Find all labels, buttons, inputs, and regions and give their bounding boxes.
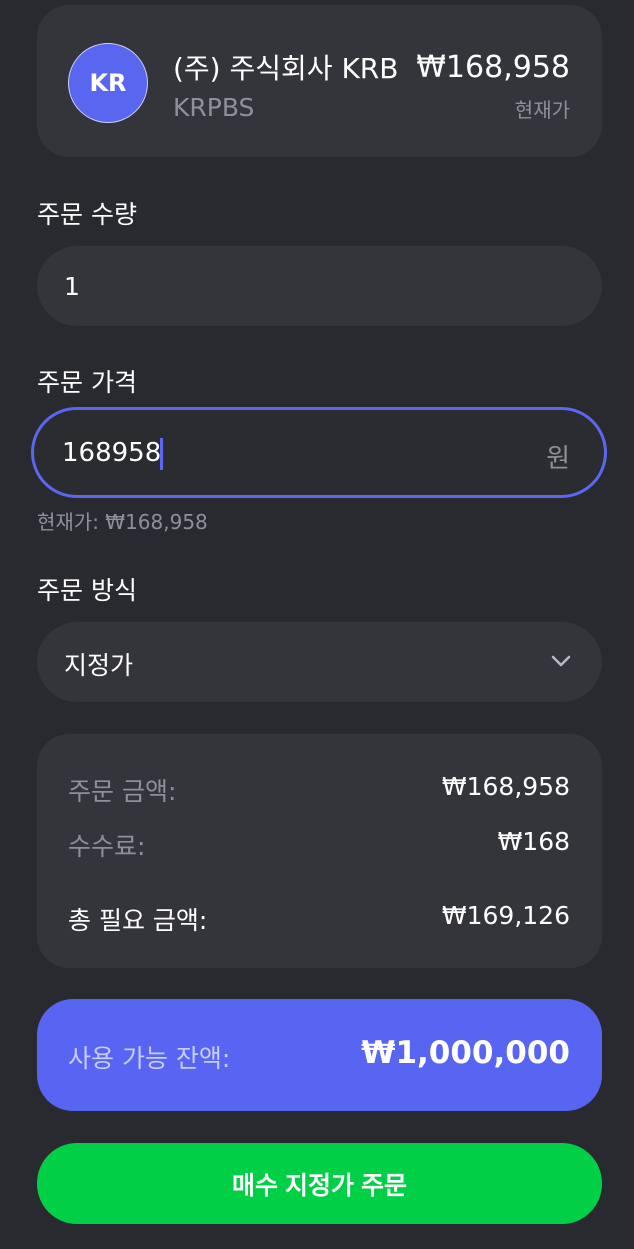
text-caret bbox=[160, 438, 163, 470]
order-summary-card: 주문 금액: ₩168,958 수수료: ₩168 총 필요 금액: ₩169,… bbox=[37, 734, 602, 968]
order-amount-value: ₩168,958 bbox=[441, 772, 570, 801]
stock-current-price-label: 현재가 bbox=[514, 98, 570, 122]
total-row: 총 필요 금액: ₩169,126 bbox=[68, 901, 570, 937]
current-price-hint: 현재가: ₩168,958 bbox=[37, 510, 208, 534]
stock-name: (주) 주식회사 KRB bbox=[173, 52, 399, 85]
order-type-label: 주문 방식 bbox=[37, 576, 137, 605]
price-input[interactable] bbox=[62, 410, 482, 495]
total-label: 총 필요 금액: bbox=[68, 906, 208, 935]
fee-label: 수수료: bbox=[68, 832, 146, 861]
stock-current-price: ₩168,958 bbox=[416, 50, 570, 85]
fee-value: ₩168 bbox=[497, 827, 570, 856]
stock-code: KRPBS bbox=[173, 93, 255, 122]
quantity-field[interactable] bbox=[37, 246, 602, 326]
quantity-input[interactable] bbox=[64, 246, 484, 326]
order-type-value: 지정가 bbox=[64, 651, 134, 680]
available-balance-card: 사용 가능 잔액: ₩1,000,000 bbox=[37, 999, 602, 1111]
order-amount-row: 주문 금액: ₩168,958 bbox=[68, 772, 570, 808]
order-type-select[interactable]: 지정가 bbox=[37, 622, 602, 702]
price-field[interactable]: 원 bbox=[31, 407, 607, 498]
balance-value: ₩1,000,000 bbox=[361, 1035, 570, 1071]
quantity-label: 주문 수량 bbox=[37, 200, 137, 229]
price-label: 주문 가격 bbox=[37, 368, 137, 397]
buy-limit-order-button[interactable]: 매수 지정가 주문 bbox=[37, 1143, 602, 1224]
order-amount-label: 주문 금액: bbox=[68, 777, 177, 806]
price-unit: 원 bbox=[546, 444, 570, 474]
balance-label: 사용 가능 잔액: bbox=[68, 1044, 231, 1073]
stock-info-card: KR (주) 주식회사 KRB KRPBS ₩168,958 현재가 bbox=[37, 5, 602, 157]
stock-avatar: KR bbox=[68, 43, 148, 123]
chevron-down-icon bbox=[551, 655, 571, 667]
total-value: ₩169,126 bbox=[441, 901, 570, 930]
fee-row: 수수료: ₩168 bbox=[68, 827, 570, 863]
